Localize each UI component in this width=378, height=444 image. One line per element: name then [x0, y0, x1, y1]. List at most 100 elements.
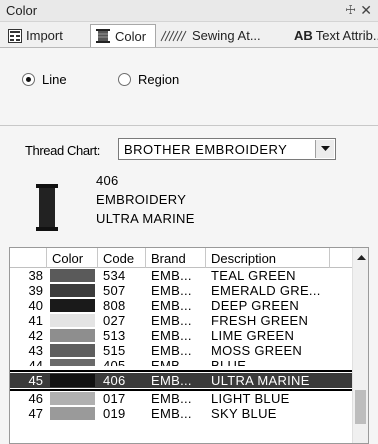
- color-swatch: [50, 299, 95, 312]
- radio-line-dot[interactable]: [22, 73, 35, 86]
- table-row[interactable]: 45 406 EMB... ULTRA MARINE: [10, 370, 356, 391]
- row-code: 808: [103, 298, 126, 313]
- tab-color-label: Color: [115, 28, 147, 44]
- row-brand: EMB...: [151, 298, 192, 313]
- table-row[interactable]: 38 534 EMB... TEAL GREEN: [10, 268, 353, 283]
- row-description: DEEP GREEN: [211, 298, 300, 313]
- current-thread-name: ULTRA MARINE: [96, 211, 195, 226]
- row-code: 017: [103, 391, 126, 406]
- column-header-description[interactable]: Description: [206, 248, 330, 268]
- color-swatch: [50, 329, 95, 342]
- vertical-scrollbar[interactable]: [352, 248, 368, 443]
- current-thread-code: 406: [96, 173, 119, 188]
- row-brand: EMB...: [151, 283, 192, 298]
- table-row[interactable]: 40 808 EMB... DEEP GREEN: [10, 298, 353, 313]
- color-cell: [47, 406, 98, 421]
- row-code: 513: [103, 328, 126, 343]
- color-panel-content: Line Region Thread Chart: BROTHER EMBROI…: [0, 48, 378, 444]
- row-description: LIME GREEN: [211, 328, 295, 343]
- color-cell: [47, 268, 98, 283]
- scroll-up-icon[interactable]: [353, 248, 368, 265]
- table-row[interactable]: 47 019 EMB... SKY BLUE: [10, 406, 353, 421]
- table-row[interactable]: 41 027 EMB... FRESH GREEN: [10, 313, 353, 328]
- row-brand: EMB...: [151, 343, 192, 358]
- color-swatch: [50, 269, 95, 282]
- thread-chart-value: BROTHER EMBROIDERY: [124, 142, 288, 157]
- row-index: 43: [28, 343, 43, 358]
- row-description: TEAL GREEN: [211, 268, 296, 283]
- row-description: BLUE: [211, 358, 247, 366]
- panel-title: Color: [6, 3, 38, 18]
- radio-region[interactable]: Region: [118, 72, 179, 87]
- row-index: 38: [28, 268, 43, 283]
- row-brand: EMB...: [151, 358, 192, 366]
- row-index: 42: [28, 328, 43, 343]
- panel-title-bar: Color ☩ ✕: [0, 0, 378, 22]
- tab-import-label: Import: [26, 28, 63, 43]
- row-code: 507: [103, 283, 126, 298]
- scrollbar-thumb[interactable]: [355, 390, 366, 424]
- tab-color[interactable]: Color: [90, 24, 156, 47]
- table-row[interactable]: 46 017 EMB... LIGHT BLUE: [10, 391, 353, 406]
- color-swatch: [50, 407, 95, 420]
- tab-bar: Import Color Sewing At... AB Text Attrib…: [0, 22, 378, 48]
- color-swatch: [50, 314, 95, 327]
- row-description: SKY BLUE: [211, 406, 277, 421]
- pin-icon[interactable]: ☩: [345, 3, 356, 17]
- row-description: MOSS GREEN: [211, 343, 303, 358]
- radio-region-dot[interactable]: [118, 73, 131, 86]
- tab-text-label: Text Attrib...: [315, 28, 378, 43]
- table-row[interactable]: 43 515 EMB... MOSS GREEN: [10, 343, 353, 358]
- row-code: 019: [103, 406, 126, 421]
- radio-line[interactable]: Line: [22, 72, 67, 87]
- table-row[interactable]: 42 513 EMB... LIME GREEN: [10, 328, 353, 343]
- color-cell: [47, 283, 98, 298]
- color-swatch: [50, 359, 95, 366]
- current-thread-info: 406 EMBROIDERY ULTRA MARINE: [96, 171, 195, 228]
- row-index: 45: [28, 373, 43, 388]
- color-cell: [47, 343, 98, 358]
- chevron-down-icon[interactable]: [315, 140, 334, 158]
- row-description: EMERALD GRE...: [211, 283, 321, 298]
- row-brand: EMB...: [151, 268, 192, 283]
- row-description: FRESH GREEN: [211, 313, 309, 328]
- table-header: Color Code Brand Description: [10, 248, 353, 268]
- color-cell: [47, 391, 98, 406]
- column-header-code[interactable]: Code: [98, 248, 146, 268]
- row-code: 534: [103, 268, 126, 283]
- row-index: 39: [28, 283, 43, 298]
- row-index: 47: [28, 406, 43, 421]
- spool-icon: [95, 29, 111, 43]
- row-index: 40: [28, 298, 43, 313]
- color-swatch: [50, 284, 95, 297]
- column-header-index[interactable]: [10, 248, 47, 268]
- row-brand: EMB...: [151, 373, 192, 388]
- row-description: ULTRA MARINE: [211, 373, 310, 388]
- thread-table[interactable]: Color Code Brand Description 38 534 EMB...…: [9, 247, 369, 444]
- color-cell: [47, 313, 98, 328]
- row-code: 027: [103, 313, 126, 328]
- tab-text-attributes[interactable]: AB Text Attrib...: [291, 24, 378, 47]
- column-header-color[interactable]: Color: [47, 248, 98, 268]
- color-cell: [47, 373, 98, 388]
- color-swatch: [50, 392, 95, 405]
- table-row[interactable]: 44 405 EMB... BLUE: [10, 358, 353, 366]
- text-ab-icon: AB: [294, 28, 313, 43]
- row-index: 41: [28, 313, 43, 328]
- row-index: 46: [28, 391, 43, 406]
- tab-import[interactable]: Import: [4, 24, 82, 47]
- row-code: 406: [103, 373, 126, 388]
- close-icon[interactable]: ✕: [360, 2, 372, 19]
- radio-region-label: Region: [138, 72, 180, 87]
- row-code: 515: [103, 343, 126, 358]
- row-code: 405: [103, 358, 126, 366]
- color-cell: [47, 298, 98, 313]
- column-header-brand[interactable]: Brand: [146, 248, 206, 268]
- thread-chart-select[interactable]: BROTHER EMBROIDERY: [118, 138, 336, 160]
- row-brand: EMB...: [151, 406, 192, 421]
- table-row[interactable]: 39 507 EMB... EMERALD GRE...: [10, 283, 353, 298]
- thread-chart-label: Thread Chart:: [25, 143, 101, 158]
- row-brand: EMB...: [151, 313, 192, 328]
- color-cell: [47, 358, 98, 366]
- tab-sewing-attributes[interactable]: Sewing At...: [160, 24, 292, 47]
